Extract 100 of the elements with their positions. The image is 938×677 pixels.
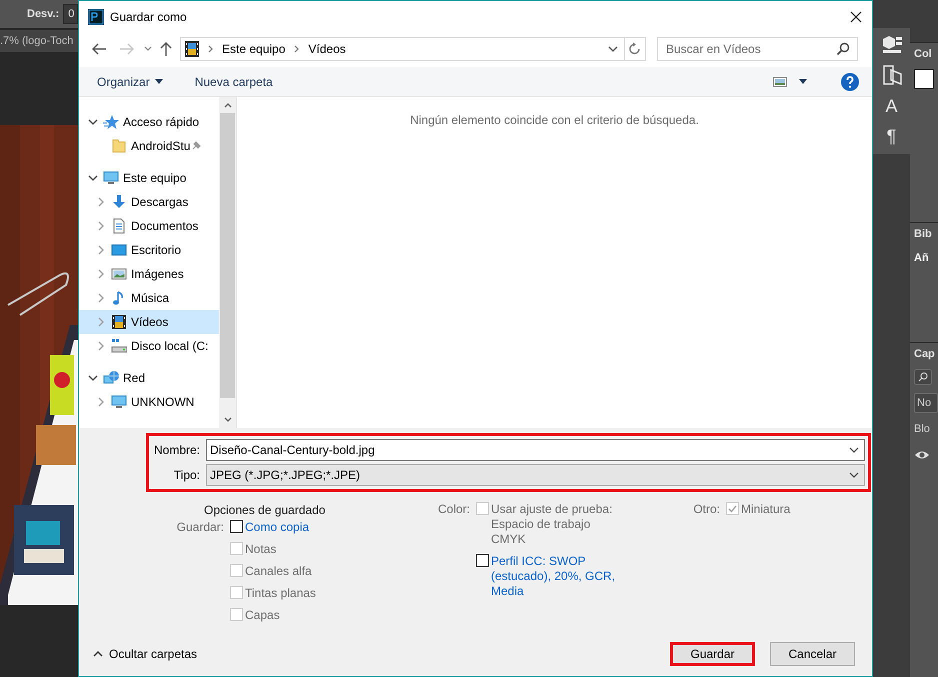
option-label: Tintas planas <box>245 586 316 601</box>
collapsed-chevron-icon[interactable] <box>98 221 104 231</box>
history-caret-icon[interactable] <box>144 46 152 52</box>
tree-item[interactable]: Red <box>79 366 219 390</box>
panel-title[interactable]: Bib <box>914 223 938 245</box>
search-icon <box>836 42 850 56</box>
tree-item[interactable]: Acceso rápido <box>79 110 219 134</box>
caret-icon[interactable] <box>799 79 807 84</box>
star-icon <box>103 114 119 130</box>
tree-item[interactable]: AndroidStu <box>79 134 219 158</box>
scroll-up-icon[interactable] <box>224 103 232 108</box>
color-swatch[interactable] <box>914 69 934 89</box>
option-label: Canales alfa <box>245 564 312 579</box>
chevron-icon[interactable] <box>294 45 300 53</box>
close-icon[interactable] <box>849 10 863 24</box>
paragraph-panel-icon[interactable]: ¶ <box>886 126 896 146</box>
collapsed-chevron-icon[interactable] <box>98 245 104 255</box>
cancel-button[interactable]: Cancelar <box>770 642 855 666</box>
folder-icon <box>111 138 127 154</box>
option-group-label: Guardar: <box>176 520 224 535</box>
transform-icon[interactable] <box>880 64 902 86</box>
checkbox[interactable] <box>230 520 243 533</box>
expanded-chevron-icon[interactable] <box>88 119 98 125</box>
file-name-field[interactable]: Diseño-Canal-Century-bold.jpg <box>206 439 865 461</box>
film-icon <box>111 314 127 330</box>
pin-icon[interactable] <box>191 141 202 151</box>
lock-label: Blo <box>914 422 931 437</box>
save-button[interactable]: Guardar <box>670 642 755 666</box>
monitor-icon <box>111 394 127 410</box>
option-label: Como copia <box>245 520 310 535</box>
new-folder-button[interactable]: Nueva carpeta <box>194 70 274 94</box>
option-label: Notas <box>245 542 276 557</box>
option-group-label: Otro: <box>692 502 720 517</box>
dropdown-caret-icon[interactable] <box>608 46 618 52</box>
collapsed-chevron-icon[interactable] <box>98 397 104 407</box>
field-label: Tipo: <box>172 467 200 484</box>
drive-icon <box>111 338 127 354</box>
caret-icon <box>154 79 163 84</box>
hide-folders-button[interactable]: Ocultar carpetas <box>93 645 198 663</box>
collapsed-chevron-icon[interactable] <box>98 197 104 207</box>
offset-field[interactable]: 0 <box>63 4 78 24</box>
refresh-button[interactable] <box>625 37 646 61</box>
blend-mode-dropdown[interactable]: No <box>914 393 938 413</box>
tree-item[interactable]: Disco local (C: <box>79 334 219 358</box>
cube-icon[interactable] <box>880 34 902 54</box>
collapsed-chevron-icon[interactable] <box>98 341 104 351</box>
view-icon[interactable] <box>773 76 787 86</box>
document-icon <box>111 218 127 234</box>
desktop-icon <box>111 242 127 258</box>
chevron-icon[interactable] <box>208 45 214 53</box>
scrollbar[interactable] <box>219 97 236 428</box>
refresh-icon <box>629 42 641 56</box>
option-group-label: Color: <box>437 502 470 517</box>
up-arrow-icon[interactable] <box>159 41 173 57</box>
scroll-down-icon[interactable] <box>224 417 232 422</box>
collapsed-chevron-icon[interactable] <box>98 293 104 303</box>
option-label: Capas <box>245 608 280 623</box>
search-icon[interactable] <box>914 369 932 385</box>
collapsed-chevron-icon[interactable] <box>98 269 104 279</box>
checkbox[interactable] <box>476 554 489 567</box>
tree-item[interactable]: Música <box>79 286 219 310</box>
checkmark-icon <box>728 504 737 512</box>
caret-up-icon <box>93 651 103 657</box>
tree-item[interactable]: Imágenes <box>79 262 219 286</box>
video-folder-icon <box>185 41 199 57</box>
panel-title[interactable]: Cap <box>914 343 938 365</box>
option-label: Desv.: <box>27 6 60 22</box>
search-field[interactable]: Buscar en Vídeos <box>657 37 858 61</box>
globe-monitor-icon <box>103 370 119 386</box>
tree-item[interactable]: Documentos <box>79 214 219 238</box>
tree-item[interactable]: Descargas <box>79 190 219 214</box>
app-icon <box>88 9 104 25</box>
back-arrow-icon[interactable] <box>91 42 107 56</box>
expanded-chevron-icon[interactable] <box>88 175 98 181</box>
tree-item[interactable]: UNKNOWN <box>79 390 219 414</box>
file-type-dropdown[interactable]: JPEG (*.JPG;*.JPEG;*.JPE) <box>206 464 865 486</box>
option-label: Perfil ICC: SWOP (estucado), 20%, GCR, Media <box>491 554 616 599</box>
picture-icon <box>111 266 127 282</box>
organize-menu[interactable]: Organizar <box>96 70 164 94</box>
help-icon[interactable] <box>841 72 859 90</box>
dropdown-caret-icon <box>849 447 859 453</box>
eye-icon[interactable] <box>914 449 930 461</box>
option-label: Usar ajuste de prueba: Espacio de trabajo CMYK <box>491 502 612 547</box>
tree-item[interactable]: Escritorio <box>79 238 219 262</box>
field-label: Nombre: <box>152 442 200 459</box>
empty-message: Ningún elemento coincide con el criterio de búsqueda. <box>410 112 699 127</box>
window-title: Guardar como <box>110 9 187 26</box>
panel-text: Añ <box>914 251 930 266</box>
tree-item[interactable]: Vídeos <box>79 310 219 334</box>
breadcrumb-item[interactable]: Vídeos <box>308 40 346 58</box>
section-title: Opciones de guardado <box>204 502 326 518</box>
panel-title[interactable]: Col <box>914 43 938 65</box>
monitor-icon <box>103 170 119 186</box>
option-label: Miniatura <box>741 502 790 517</box>
character-panel-icon[interactable]: A <box>885 96 898 116</box>
address-bar[interactable]: Este equipo Vídeos <box>180 37 625 61</box>
breadcrumb-item[interactable]: Este equipo <box>222 40 286 58</box>
dropdown-caret-icon <box>849 472 859 478</box>
expanded-chevron-icon[interactable] <box>88 375 98 381</box>
tree-item[interactable]: Este equipo <box>79 166 219 190</box>
